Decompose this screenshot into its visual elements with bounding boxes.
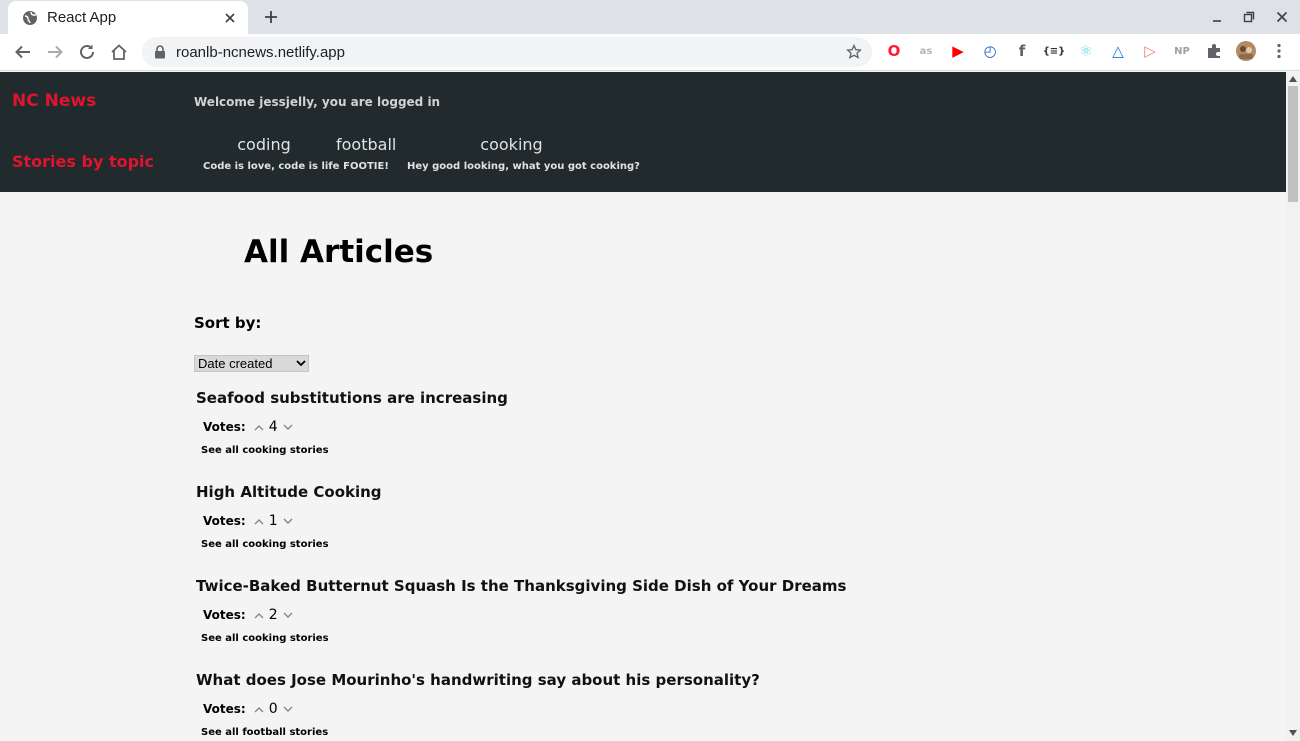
triangle-extension-icon[interactable]: △ xyxy=(1109,42,1127,60)
article-title-link[interactable]: Seafood substitutions are increasing xyxy=(196,389,508,407)
home-icon[interactable] xyxy=(107,40,131,64)
article-title-link[interactable]: High Altitude Cooking xyxy=(196,483,382,501)
votes-label: Votes: xyxy=(203,514,246,528)
lock-icon xyxy=(152,44,168,60)
globe-icon xyxy=(22,10,38,26)
opera-icon[interactable]: O xyxy=(885,42,903,60)
more-menu-icon[interactable] xyxy=(1270,42,1288,60)
votes-control: Votes: 2 xyxy=(203,605,298,625)
vote-count: 2 xyxy=(268,607,278,623)
upvote-icon[interactable] xyxy=(252,702,266,716)
restore-icon[interactable] xyxy=(1240,8,1258,26)
json-viewer-icon[interactable]: {≡} xyxy=(1043,42,1066,60)
upvote-icon[interactable] xyxy=(252,420,266,434)
upvote-icon[interactable] xyxy=(252,514,266,528)
site-logo-link[interactable]: NC News xyxy=(12,91,96,111)
topic-description: Hey good looking, what you got cooking? xyxy=(407,161,640,172)
site-header: NC News Welcome jessjelly, you are logge… xyxy=(0,72,1286,192)
facebook-icon[interactable]: f xyxy=(1013,42,1031,60)
downvote-icon[interactable] xyxy=(281,420,295,434)
topic-link-cooking[interactable]: cooking Hey good looking, what you got c… xyxy=(407,135,640,172)
new-tab-button[interactable] xyxy=(258,5,284,29)
article-card: What does Jose Mourinho's handwriting sa… xyxy=(196,671,896,741)
see-topic-stories-link[interactable]: See all cooking stories xyxy=(201,539,329,550)
video-extension-icon[interactable]: ▷ xyxy=(1141,42,1159,60)
upvote-icon[interactable] xyxy=(252,608,266,622)
web-page: NC News Welcome jessjelly, you are logge… xyxy=(0,72,1286,741)
topic-name: football xyxy=(336,135,397,154)
browser-tabstrip: React App xyxy=(0,0,1300,34)
scrollbar-thumb[interactable] xyxy=(1288,86,1298,202)
sort-select[interactable]: Date created xyxy=(194,355,309,372)
welcome-message: Welcome jessjelly, you are logged in xyxy=(194,95,441,109)
forward-icon[interactable] xyxy=(43,40,67,64)
lastfm-icon[interactable]: as xyxy=(917,42,935,60)
downvote-icon[interactable] xyxy=(281,702,295,716)
topics-heading: Stories by topic xyxy=(12,152,154,171)
see-topic-stories-link[interactable]: See all cooking stories xyxy=(201,445,329,456)
topic-name: cooking xyxy=(480,135,543,154)
url-text: roanlb-ncnews.netlify.app xyxy=(176,43,345,61)
vote-count: 0 xyxy=(268,701,278,717)
address-bar[interactable]: roanlb-ncnews.netlify.app xyxy=(142,37,872,67)
topic-link-coding[interactable]: coding Code is love, code is life xyxy=(203,135,340,172)
article-title-link[interactable]: What does Jose Mourinho's handwriting sa… xyxy=(196,671,760,689)
scroll-down-arrow-icon[interactable] xyxy=(1289,729,1297,737)
minimize-icon[interactable] xyxy=(1208,8,1226,26)
bookmark-star-icon[interactable] xyxy=(844,42,864,62)
article-card: High Altitude Cooking Votes: 1 See all c… xyxy=(196,483,896,573)
close-window-icon[interactable] xyxy=(1273,8,1291,26)
sort-label: Sort by: xyxy=(194,314,262,332)
youtube-icon[interactable]: ▶ xyxy=(949,42,967,60)
reload-icon[interactable] xyxy=(75,40,99,64)
topic-description: Code is love, code is life xyxy=(203,161,340,172)
see-topic-stories-link[interactable]: See all football stories xyxy=(201,727,328,738)
tab-title: React App xyxy=(47,9,117,26)
page-scrollbar[interactable] xyxy=(1286,72,1300,741)
downvote-icon[interactable] xyxy=(281,608,295,622)
article-title-link[interactable]: Twice-Baked Butternut Squash Is the Than… xyxy=(196,577,846,595)
extensions-puzzle-icon[interactable] xyxy=(1205,42,1223,60)
downvote-icon[interactable] xyxy=(281,514,295,528)
back-icon[interactable] xyxy=(11,40,35,64)
votes-control: Votes: 4 xyxy=(203,417,298,437)
vote-count: 1 xyxy=(268,513,278,529)
chevron-down-icon xyxy=(294,357,308,371)
topic-name: coding xyxy=(237,135,291,154)
votes-label: Votes: xyxy=(203,702,246,716)
topic-link-football[interactable]: football FOOTIE! xyxy=(336,135,396,172)
votes-label: Votes: xyxy=(203,420,246,434)
browser-toolbar: roanlb-ncnews.netlify.app Oas ▶ ◴ f {≡} ⚛ △ ▷ NP xyxy=(0,34,1300,71)
np-extension-icon[interactable]: NP xyxy=(1173,42,1191,60)
vote-count: 4 xyxy=(268,419,278,435)
browser-tab[interactable]: React App xyxy=(8,1,248,34)
scroll-up-arrow-icon[interactable] xyxy=(1289,75,1297,83)
clock-icon[interactable]: ◴ xyxy=(981,42,999,60)
react-devtools-icon[interactable]: ⚛ xyxy=(1077,42,1095,60)
close-tab-icon[interactable] xyxy=(222,10,238,26)
votes-control: Votes: 0 xyxy=(203,699,298,719)
article-card: Twice-Baked Butternut Squash Is the Than… xyxy=(196,577,896,667)
votes-control: Votes: 1 xyxy=(203,511,298,531)
topic-description: FOOTIE! xyxy=(343,161,389,172)
votes-label: Votes: xyxy=(203,608,246,622)
page-title: All Articles xyxy=(244,234,434,270)
sort-selected-value: Date created xyxy=(198,356,273,371)
see-topic-stories-link[interactable]: See all cooking stories xyxy=(201,633,329,644)
article-card: Seafood substitutions are increasing Vot… xyxy=(196,389,896,479)
profile-avatar[interactable] xyxy=(1236,41,1256,61)
